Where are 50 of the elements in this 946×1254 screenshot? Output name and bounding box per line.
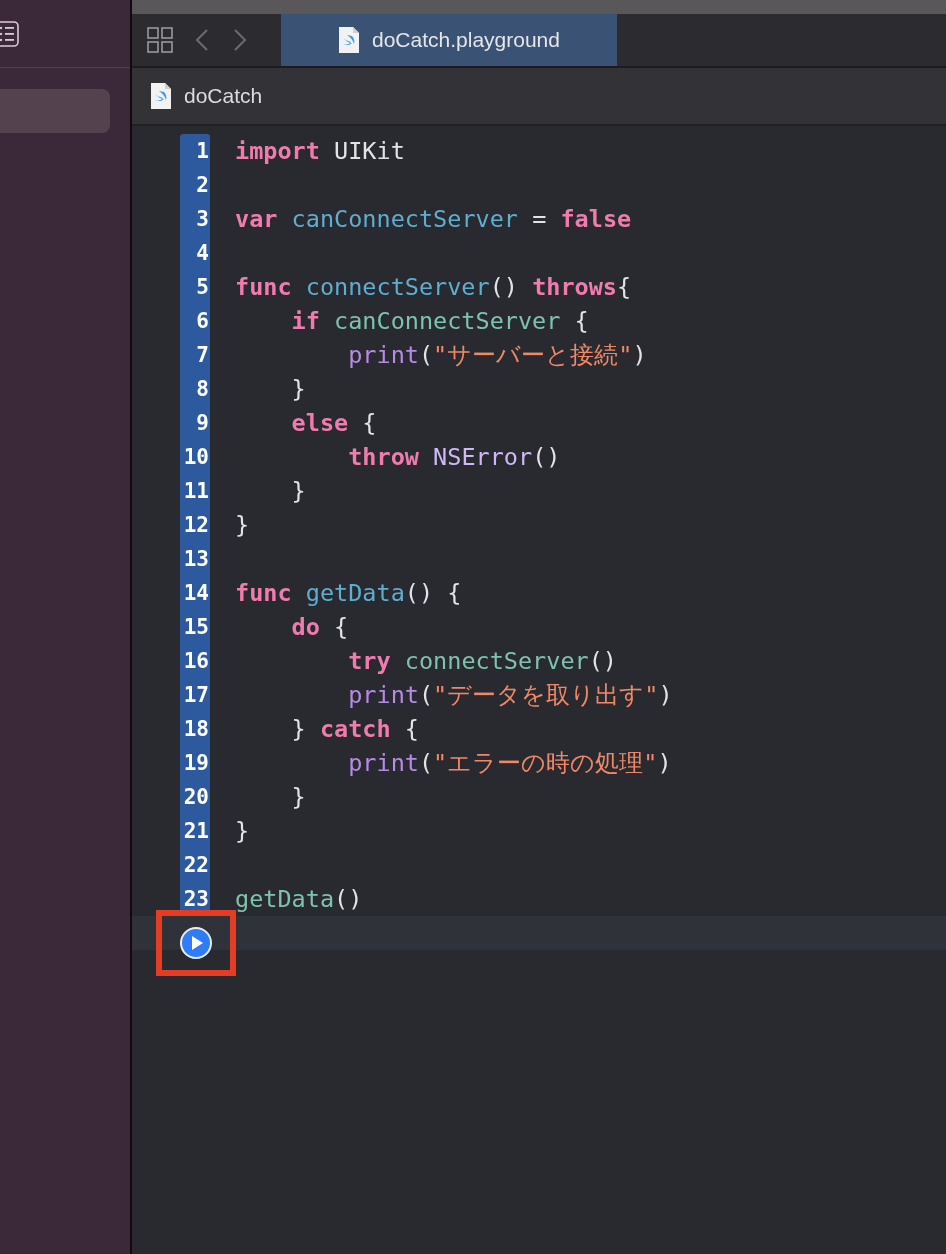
code-line: getData() (235, 884, 363, 915)
forward-chevron-icon[interactable] (233, 28, 247, 52)
grid-icon[interactable] (147, 27, 173, 53)
line-number: 18 (180, 712, 210, 746)
line-number: 20 (180, 780, 210, 814)
line-number: 8 (180, 372, 210, 406)
line-number: 17 (180, 678, 210, 712)
code-line: do { (290, 612, 349, 643)
line-number: 9 (180, 406, 210, 440)
line-number: 1 (180, 134, 210, 168)
code-line: } (290, 374, 306, 405)
line-number: 11 (180, 474, 210, 508)
code-line: } catch { (290, 714, 419, 745)
line-number: 19 (180, 746, 210, 780)
code-line: func connectServer() throws{ (235, 272, 632, 303)
back-chevron-icon[interactable] (195, 28, 209, 52)
code-line: } (290, 782, 306, 813)
code-line: if canConnectServer { (290, 306, 589, 337)
code-line: print("データを取り出す") (347, 680, 673, 711)
line-number: 3 (180, 202, 210, 236)
code-line: var canConnectServer = false (235, 204, 632, 235)
line-number: 10 (180, 440, 210, 474)
swift-file-icon (338, 26, 360, 54)
line-number: 16 (180, 644, 210, 678)
editor-tab[interactable]: doCatch.playground (281, 14, 617, 66)
line-number: 7 (180, 338, 210, 372)
swift-file-icon (150, 82, 172, 110)
code-line: print("サーバーと接続") (347, 340, 647, 371)
line-number: 21 (180, 814, 210, 848)
line-number: 22 (180, 848, 210, 882)
breadcrumb-item[interactable]: doCatch (150, 82, 263, 110)
line-number: 2 (180, 168, 210, 202)
line-number: 4 (180, 236, 210, 270)
code-line: } (235, 510, 250, 541)
code-line: } (290, 476, 306, 507)
code-line: func getData() { (235, 578, 462, 609)
code-line: } (235, 816, 250, 847)
code-line: try connectServer() (347, 646, 617, 677)
line-number: 13 (180, 542, 210, 576)
line-number: 14 (180, 576, 210, 610)
line-number: 15 (180, 610, 210, 644)
line-number: 6 (180, 304, 210, 338)
line-number: 5 (180, 270, 210, 304)
play-icon[interactable] (180, 927, 212, 959)
code-line: throw NSError() (347, 442, 561, 473)
code-line: else { (290, 408, 377, 439)
line-number: 12 (180, 508, 210, 542)
list-icon[interactable] (0, 20, 20, 47)
code-line: print("エラーの時の処理") (347, 748, 672, 779)
code-line: import UIKit (235, 136, 405, 167)
